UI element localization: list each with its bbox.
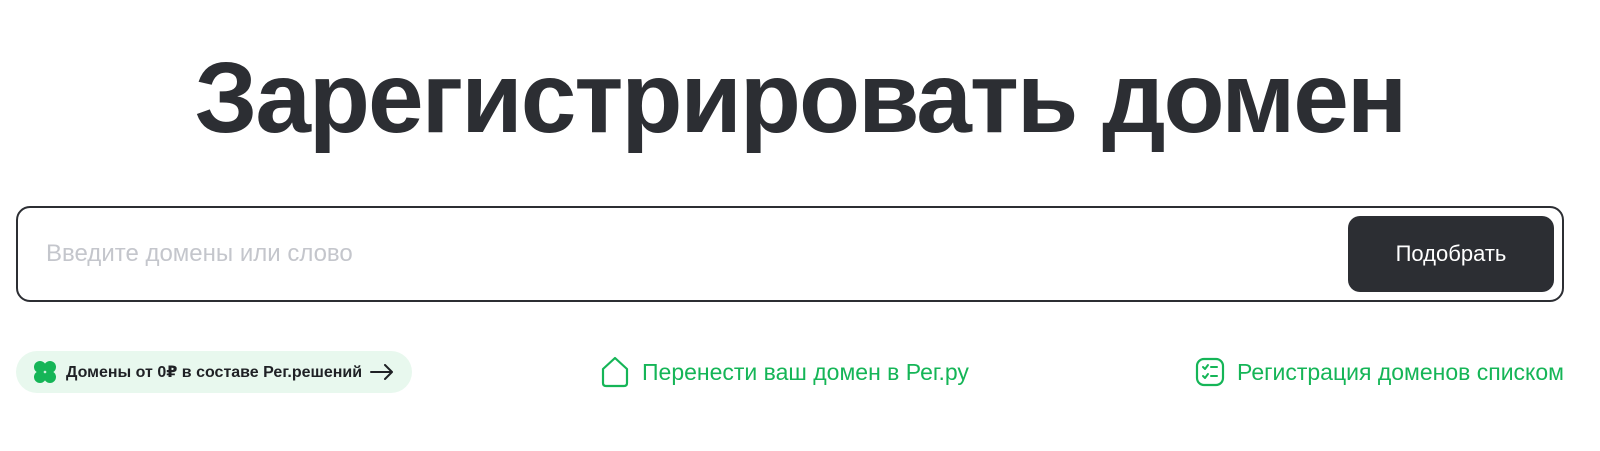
find-domains-button[interactable]: Подобрать: [1348, 216, 1554, 292]
checklist-icon: [1195, 357, 1225, 387]
promo-solutions-link[interactable]: Домены от 0₽ в составе Рег.решений: [16, 351, 413, 393]
house-icon: [600, 356, 630, 388]
arrow-right-icon: [370, 364, 394, 380]
domain-search-input[interactable]: [46, 228, 1306, 280]
bulk-registration-link[interactable]: Регистрация доменов списком: [1195, 352, 1564, 392]
domain-search-form: Подобрать: [16, 206, 1564, 302]
transfer-domain-link[interactable]: Перенести ваш домен в Рег.ру: [600, 352, 969, 392]
promo-label: Домены от 0₽ в составе Рег.решений: [66, 364, 363, 381]
transfer-domain-label: Перенести ваш домен в Рег.ру: [642, 358, 969, 385]
clover-icon: [32, 359, 58, 385]
page-title: Зарегистрировать домен: [194, 42, 1408, 154]
bulk-registration-label: Регистрация доменов списком: [1237, 358, 1564, 385]
